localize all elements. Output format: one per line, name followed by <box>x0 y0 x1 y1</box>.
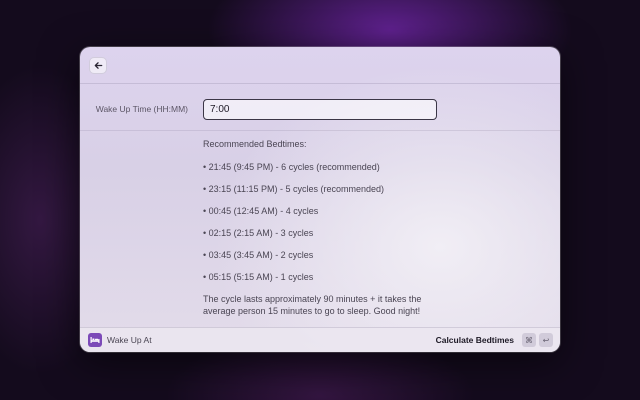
calculate-bedtimes-button[interactable]: Calculate Bedtimes <box>436 335 514 345</box>
bedtime-item: • 00:45 (12:45 AM) - 4 cycles <box>203 206 319 216</box>
top-bar <box>80 47 560 84</box>
wake-up-time-label: Wake Up Time (HH:MM) <box>95 104 188 114</box>
action-bar: Wake Up At Calculate Bedtimes ⌘ ↩ <box>80 327 560 352</box>
app-icon <box>88 333 102 347</box>
bedtime-item: • 05:15 (5:15 AM) - 1 cycles <box>203 272 314 282</box>
back-button[interactable] <box>89 57 107 74</box>
arrow-left-icon <box>94 62 102 69</box>
results-panel: Recommended Bedtimes: • 21:45 (9:45 PM) … <box>203 139 543 317</box>
results-heading: Recommended Bedtimes: <box>203 139 307 149</box>
app-name: Wake Up At <box>107 335 152 345</box>
bedtime-item: • 03:45 (3:45 AM) - 2 cycles <box>203 250 314 260</box>
enter-key-icon: ↩ <box>539 333 553 347</box>
bed-icon <box>90 337 100 343</box>
app-window: Wake Up Time (HH:MM) Recommended Bedtime… <box>80 47 560 352</box>
wake-up-time-input[interactable] <box>203 99 437 120</box>
bedtime-item: • 02:15 (2:15 AM) - 3 cycles <box>203 228 314 238</box>
bedtime-item: • 21:45 (9:45 PM) - 6 cycles (recommende… <box>203 162 380 172</box>
bedtime-item: • 23:15 (11:15 PM) - 5 cycles (recommend… <box>203 184 385 194</box>
command-key-icon: ⌘ <box>522 333 536 347</box>
cycle-note: The cycle lasts approximately 90 minutes… <box>203 294 422 316</box>
